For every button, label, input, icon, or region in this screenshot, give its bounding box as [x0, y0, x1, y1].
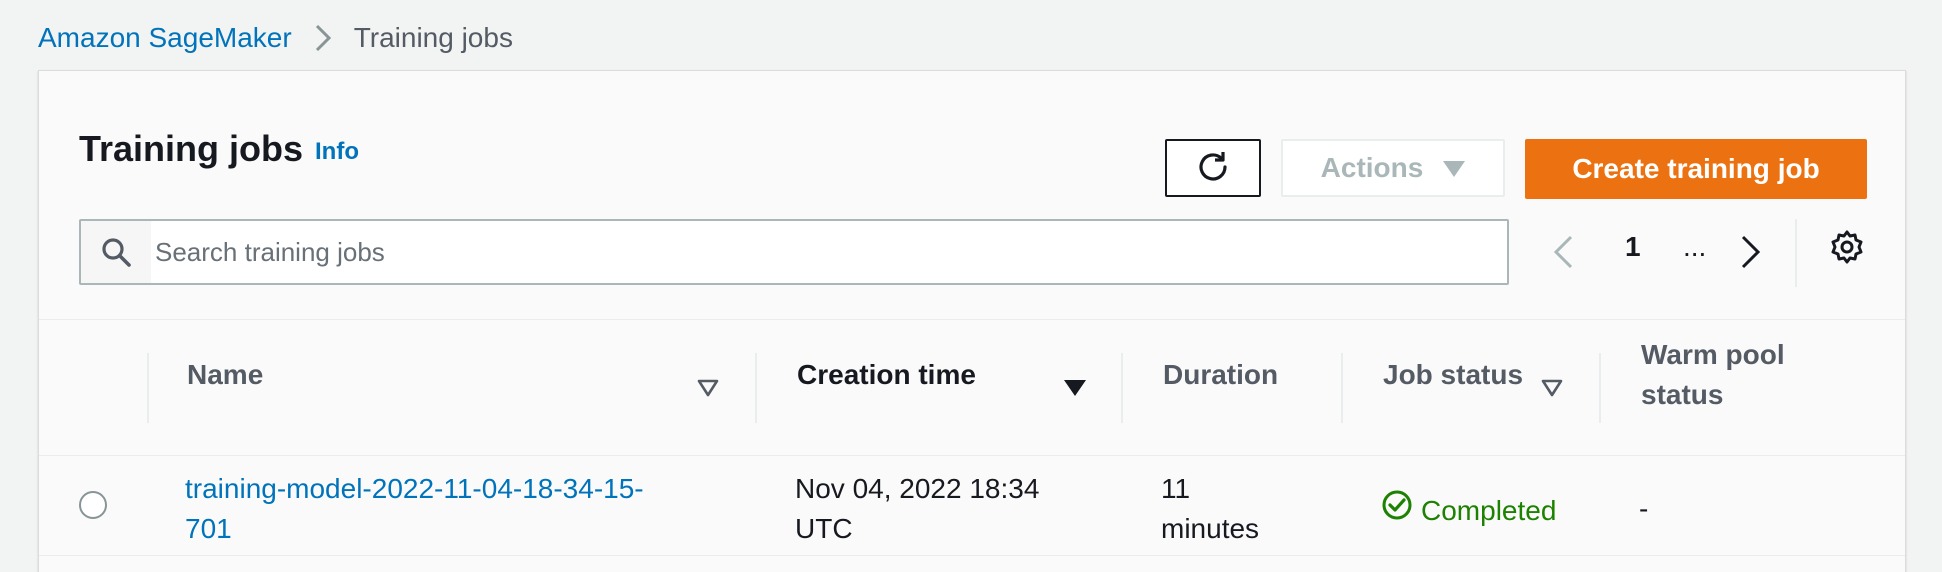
- check-circle-icon: [1381, 489, 1413, 532]
- chevron-right-icon: [314, 23, 332, 53]
- breadcrumb-current: Training jobs: [353, 22, 513, 53]
- warm-pool-status-cell: -: [1639, 493, 1649, 524]
- column-header-duration[interactable]: Duration: [1163, 355, 1278, 395]
- sort-icon[interactable]: [1541, 379, 1563, 402]
- pager-divider: [1795, 219, 1797, 287]
- page-number[interactable]: 1: [1625, 231, 1641, 263]
- breadcrumb-sagemaker-link[interactable]: Amazon SageMaker: [38, 20, 292, 56]
- table-top-border: [39, 319, 1905, 320]
- breadcrumb: Amazon SageMaker Training jobs: [38, 20, 513, 56]
- page-title: Training jobs: [79, 128, 304, 169]
- column-header-warm-pool-status[interactable]: Warm pool status: [1641, 335, 1785, 415]
- training-job-name-link[interactable]: training-model-2022-11-04-18-34-15- 701: [185, 469, 644, 549]
- refresh-button[interactable]: [1165, 139, 1261, 197]
- sort-descending-icon[interactable]: [1063, 379, 1087, 402]
- column-divider: [1599, 353, 1601, 423]
- create-training-job-button[interactable]: Create training job: [1525, 139, 1867, 199]
- search-box: [79, 219, 1509, 285]
- actions-dropdown-button[interactable]: Actions: [1281, 139, 1505, 197]
- search-icon: [81, 221, 151, 283]
- page-ellipsis: ...: [1683, 231, 1707, 262]
- column-divider: [1341, 353, 1343, 423]
- actions-label: Actions: [1320, 152, 1424, 183]
- row-select-radio[interactable]: [79, 491, 107, 519]
- column-header-creation-time[interactable]: Creation time: [797, 355, 976, 395]
- column-header-name[interactable]: Name: [187, 355, 263, 395]
- job-status-text: Completed: [1421, 494, 1557, 526]
- sort-icon[interactable]: [697, 379, 719, 402]
- duration-cell: 11 minutes: [1161, 473, 1260, 544]
- column-divider: [755, 353, 757, 423]
- column-divider: [1121, 353, 1123, 423]
- chevron-left-icon[interactable]: [1551, 227, 1575, 277]
- status-badge: Completed: [1381, 489, 1556, 532]
- settings-gear-icon[interactable]: [1829, 229, 1865, 270]
- column-header-job-status[interactable]: Job status: [1383, 355, 1523, 395]
- column-divider: [147, 353, 149, 423]
- table-row-border: [39, 555, 1905, 556]
- training-jobs-panel: Training jobs Info Actions Create traini…: [38, 70, 1906, 572]
- chevron-right-icon[interactable]: [1739, 227, 1763, 277]
- info-link[interactable]: Info: [315, 137, 359, 167]
- table-row-border: [39, 455, 1905, 456]
- refresh-icon: [1195, 149, 1231, 188]
- search-input[interactable]: [151, 221, 1507, 283]
- caret-down-icon: [1443, 152, 1466, 184]
- creation-time-cell: Nov 04, 2022 18:34 UTC: [795, 473, 1040, 544]
